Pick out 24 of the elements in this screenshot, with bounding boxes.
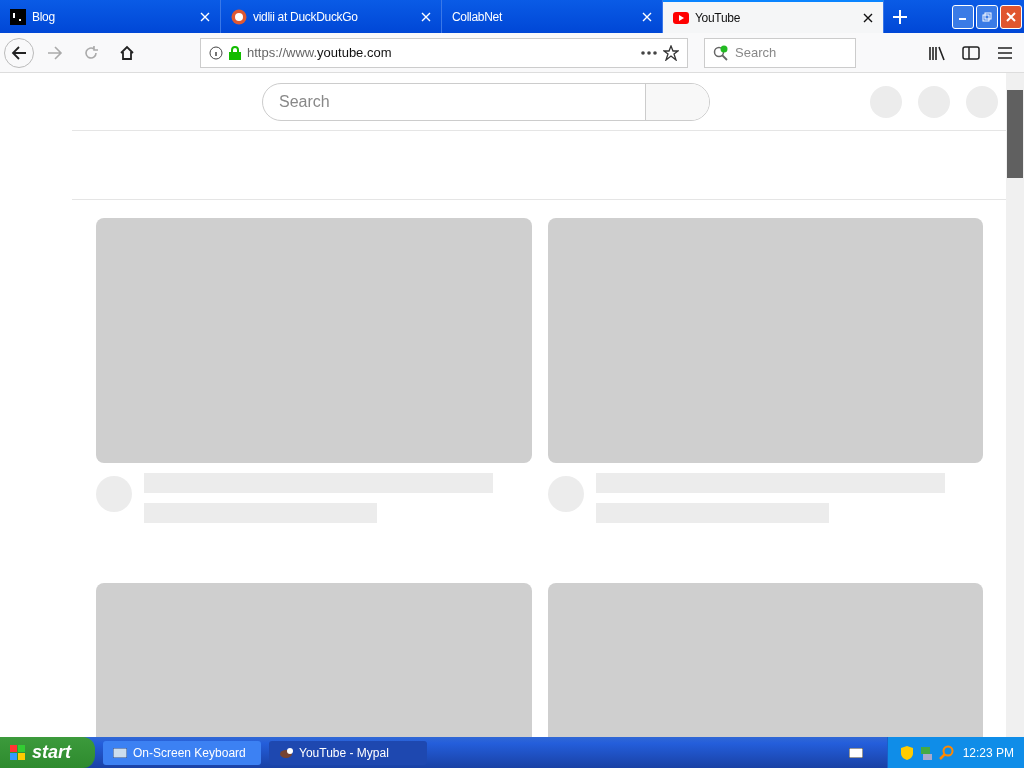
keyboard-icon[interactable]: [848, 747, 863, 758]
terminal-icon: [10, 8, 26, 25]
scrollbar-thumb[interactable]: [1007, 90, 1023, 178]
restore-icon[interactable]: [976, 4, 998, 29]
dog-icon: [279, 746, 293, 759]
more-icon[interactable]: [641, 50, 657, 55]
clock: 12:23 PM: [962, 745, 1014, 760]
address-bar[interactable]: https://www.youtube.com: [200, 37, 688, 68]
start-button[interactable]: start: [0, 737, 95, 768]
play-icon: [673, 11, 689, 24]
star-icon[interactable]: [663, 44, 679, 61]
minimize-icon[interactable]: [952, 4, 974, 29]
taskbar-item[interactable]: On-Screen Keyboard: [103, 740, 261, 765]
windows-logo-icon: [10, 744, 26, 761]
browser-tab[interactable]: YouTube: [663, 0, 884, 33]
search-field[interactable]: Search: [704, 37, 856, 68]
duck-icon: [231, 8, 247, 25]
taskbar-item[interactable]: YouTube - Mypal: [269, 740, 427, 765]
lock-icon: [229, 45, 241, 60]
keyboard-icon: [113, 747, 127, 758]
close-icon[interactable]: [863, 12, 873, 23]
plus-icon[interactable]: [892, 8, 908, 25]
info-icon[interactable]: [209, 45, 223, 60]
search-icon: [713, 44, 729, 61]
